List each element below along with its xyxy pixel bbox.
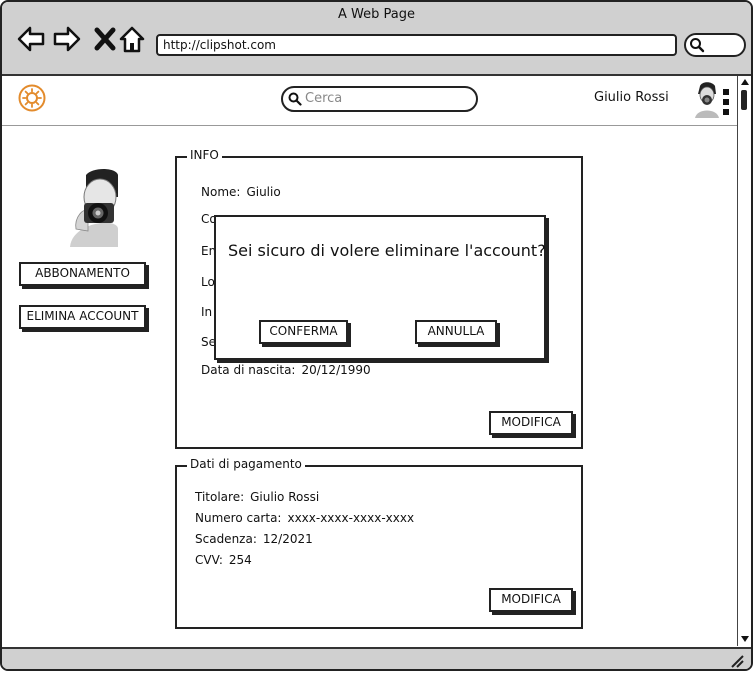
payment-edit-button[interactable]: MODIFICA <box>489 588 573 612</box>
back-arrow-icon[interactable] <box>16 24 46 54</box>
payment-panel: Dati di pagamento Titolare: Giulio Rossi … <box>175 457 583 629</box>
delete-account-button[interactable]: ELIMINA ACCOUNT <box>19 305 146 329</box>
profile-photo <box>40 167 118 247</box>
search-input[interactable]: Cerca <box>281 86 478 112</box>
subscription-button[interactable]: ABBONAMENTO <box>19 262 146 286</box>
scrollbar-thumb[interactable] <box>741 90 747 110</box>
payment-row-card-number: Numero carta: xxxx-xxxx-xxxx-xxxx <box>195 511 415 525</box>
info-edit-button[interactable]: MODIFICA <box>489 411 573 435</box>
close-icon[interactable] <box>90 24 120 54</box>
info-row-birthdate: Data di nascita: 20/12/1990 <box>201 363 371 377</box>
status-bar <box>2 647 751 669</box>
search-icon <box>288 92 302 106</box>
avatar[interactable] <box>694 80 720 118</box>
payment-row-cvv: CVV: 254 <box>195 553 252 567</box>
sun-logo-icon[interactable] <box>18 84 46 112</box>
search-placeholder: Cerca <box>305 91 343 106</box>
browser-search-box[interactable] <box>684 33 746 57</box>
window-title: A Web Page <box>338 7 415 22</box>
search-icon <box>690 38 705 53</box>
url-bar[interactable]: http://clipshot.com <box>156 34 677 56</box>
info-row-name: Nome: Giulio <box>201 185 281 199</box>
cancel-button[interactable]: ANNULLA <box>415 320 497 344</box>
payment-row-expiry: Scadenza: 12/2021 <box>195 532 313 546</box>
home-icon[interactable] <box>117 24 147 54</box>
user-name[interactable]: Giulio Rossi <box>594 90 669 105</box>
dialog-message: Sei sicuro di volere eliminare l'account… <box>228 241 546 260</box>
more-menu-icon[interactable] <box>722 88 730 116</box>
browser-toolbar: A Web Page http://clipshot.com <box>2 2 751 76</box>
resize-grip-icon[interactable] <box>730 654 744 668</box>
scroll-up-icon[interactable] <box>740 77 750 87</box>
payment-legend: Dati di pagamento <box>187 457 305 471</box>
header-divider <box>2 125 737 126</box>
scroll-down-icon[interactable] <box>740 634 750 644</box>
info-legend: INFO <box>187 148 222 162</box>
payment-row-holder: Titolare: Giulio Rossi <box>195 490 320 504</box>
browser-window: A Web Page http://clipshot.com Cerca Giu… <box>0 0 753 671</box>
vertical-scrollbar[interactable] <box>737 76 751 646</box>
delete-confirm-dialog: Sei sicuro di volere eliminare l'account… <box>214 215 546 360</box>
confirm-button[interactable]: CONFERMA <box>259 320 348 344</box>
forward-arrow-icon[interactable] <box>52 24 82 54</box>
